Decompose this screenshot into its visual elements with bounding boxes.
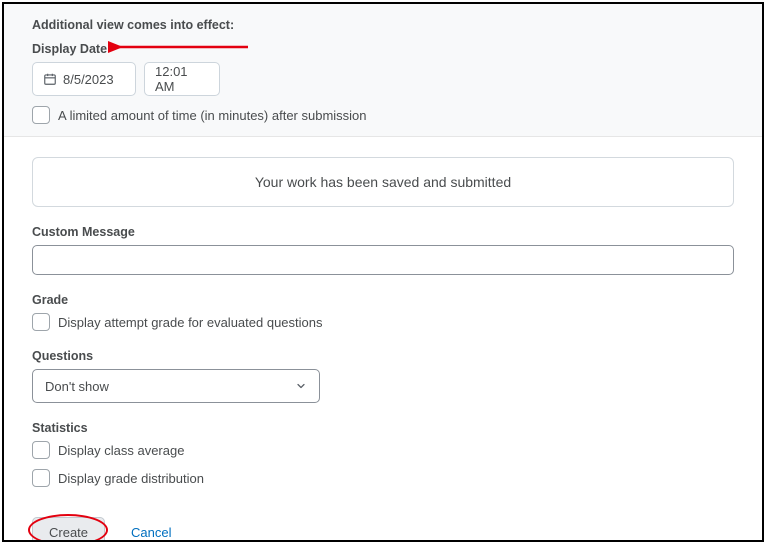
display-time-input[interactable]: 12:01 AM — [144, 62, 220, 96]
limited-time-checkbox[interactable] — [32, 106, 50, 124]
display-date-input[interactable]: 8/5/2023 — [32, 62, 136, 96]
custom-message-label: Custom Message — [32, 225, 734, 239]
display-class-average-checkbox[interactable] — [32, 441, 50, 459]
statistics-label: Statistics — [32, 421, 734, 435]
display-grade-distribution-label: Display grade distribution — [58, 471, 204, 486]
create-button[interactable]: Create — [32, 517, 105, 542]
questions-selected-value: Don't show — [45, 379, 109, 394]
questions-label: Questions — [32, 349, 734, 363]
chevron-down-icon — [295, 380, 307, 392]
display-attempt-grade-checkbox[interactable] — [32, 313, 50, 331]
display-grade-distribution-checkbox[interactable] — [32, 469, 50, 487]
cancel-button[interactable]: Cancel — [125, 524, 177, 541]
calendar-icon — [43, 72, 57, 86]
date-value: 8/5/2023 — [63, 72, 114, 87]
grade-label: Grade — [32, 293, 734, 307]
section-heading: Additional view comes into effect: — [32, 18, 734, 32]
saved-banner: Your work has been saved and submitted — [32, 157, 734, 207]
display-attempt-grade-label: Display attempt grade for evaluated ques… — [58, 315, 323, 330]
display-class-average-label: Display class average — [58, 443, 184, 458]
display-date-label: Display Date * — [32, 42, 734, 56]
custom-message-input[interactable] — [32, 245, 734, 275]
questions-select[interactable]: Don't show — [32, 369, 320, 403]
time-value: 12:01 AM — [155, 64, 209, 94]
limited-time-label: A limited amount of time (in minutes) af… — [58, 108, 367, 123]
